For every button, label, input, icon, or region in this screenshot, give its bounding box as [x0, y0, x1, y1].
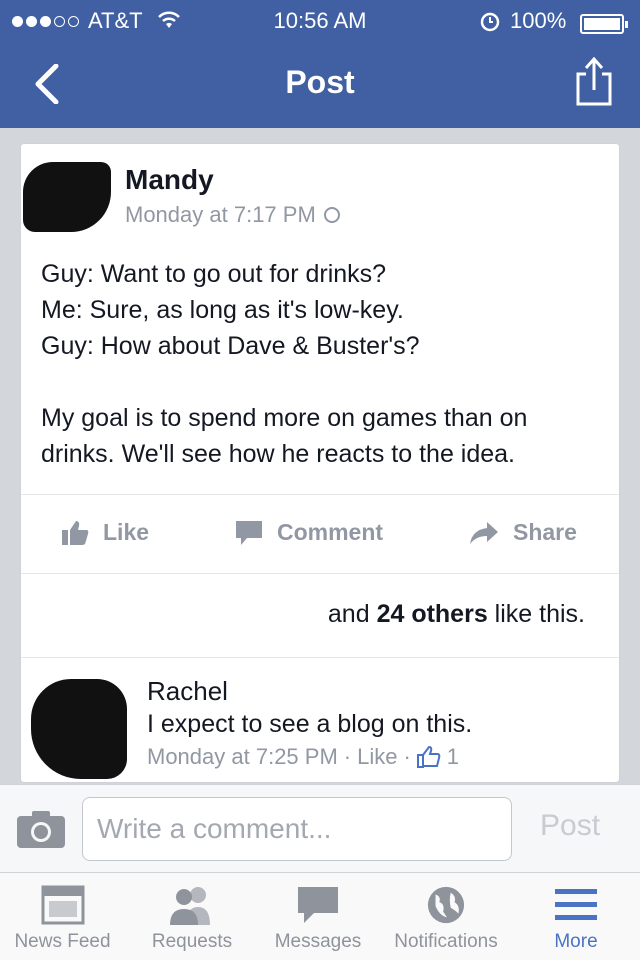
thumbs-up-icon: [62, 520, 89, 545]
comment-input[interactable]: [82, 797, 512, 861]
comment-button[interactable]: Comment: [235, 519, 383, 546]
post-line: Guy: How about Dave & Buster's?: [41, 332, 420, 360]
news-feed-icon: [41, 885, 84, 925]
friends-icon: [170, 887, 210, 925]
post-timestamp-text: Monday at 7:17 PM: [125, 202, 316, 227]
tab-label: Notifications: [394, 931, 498, 952]
messages-icon: [298, 887, 338, 923]
post-body: Guy: Want to go out for drinks? Me: Sure…: [41, 256, 611, 472]
post-card: Mandy Monday at 7:17 PM Guy: Want to go …: [20, 143, 620, 783]
likes-suffix: like this.: [487, 600, 585, 628]
post-timestamp[interactable]: Monday at 7:17 PM: [125, 202, 340, 228]
tab-messages[interactable]: Messages: [262, 873, 374, 960]
comment-like-link[interactable]: Like: [357, 744, 397, 770]
like-label: Like: [103, 519, 150, 545]
post-line: drinks. We'll see how he reacts to the i…: [41, 440, 515, 468]
tab-label: More: [554, 931, 598, 952]
share-arrow-icon: [470, 521, 498, 544]
likes-text: and 24 others like this.: [328, 600, 585, 629]
tab-label: News Feed: [14, 931, 111, 952]
tab-news-feed[interactable]: News Feed: [0, 873, 125, 960]
post-line: Me: Sure, as long as it's low-key.: [41, 296, 404, 324]
likes-count[interactable]: 24 others: [377, 600, 488, 628]
post-actions: Like Comment Share: [21, 494, 619, 574]
likes-summary[interactable]: and 24 others like this.: [21, 574, 619, 658]
camera-icon[interactable]: [16, 809, 66, 849]
commenter-avatar[interactable]: [31, 679, 127, 779]
tab-label: Messages: [274, 931, 362, 952]
comment-composer: Post: [0, 784, 640, 872]
public-globe-icon: [323, 207, 340, 223]
separator: ·: [343, 744, 352, 769]
post-author[interactable]: Mandy: [125, 164, 214, 196]
post-comment-button[interactable]: Post: [540, 809, 600, 843]
separator: ·: [403, 744, 411, 769]
menu-icon: [555, 889, 597, 920]
like-button[interactable]: Like: [61, 519, 149, 546]
status-bar: AT&T 10:56 AM 100%: [0, 6, 640, 36]
tab-label: Requests: [151, 931, 233, 952]
tab-bar: News Feed Requests Messages Notification…: [0, 872, 640, 960]
globe-icon: [427, 886, 465, 924]
share-label: Share: [513, 519, 577, 545]
comment-text: I expect to see a blog on this.: [147, 710, 473, 738]
post-line: My goal is to spend more on games than o…: [41, 404, 528, 432]
thumbs-up-outline-icon: [416, 746, 441, 768]
post-line: Guy: Want to go out for drinks?: [41, 260, 387, 288]
battery-percent: 100%: [510, 8, 567, 33]
tab-requests[interactable]: Requests: [128, 873, 256, 960]
tab-notifications[interactable]: Notifications: [380, 873, 512, 960]
share-button[interactable]: Share: [469, 519, 577, 546]
top-bar: AT&T 10:56 AM 100% Post: [0, 0, 640, 128]
post-line: [41, 364, 611, 400]
comment-label: Comment: [277, 519, 384, 545]
alarm-icon: [480, 12, 500, 32]
page-title: Post: [285, 64, 355, 100]
comment-author[interactable]: Rachel: [147, 676, 228, 707]
share-icon[interactable]: [574, 56, 614, 106]
tab-more[interactable]: More: [530, 873, 622, 960]
avatar[interactable]: [23, 162, 111, 232]
comment-timestamp: Monday at 7:25 PM: [147, 744, 338, 769]
battery-icon: [580, 14, 628, 34]
likes-prefix: and: [327, 600, 377, 628]
comment-like-count: 1: [446, 744, 460, 769]
comment-meta: Monday at 7:25 PM · Like · 1: [147, 744, 459, 770]
comment-icon: [236, 520, 262, 545]
